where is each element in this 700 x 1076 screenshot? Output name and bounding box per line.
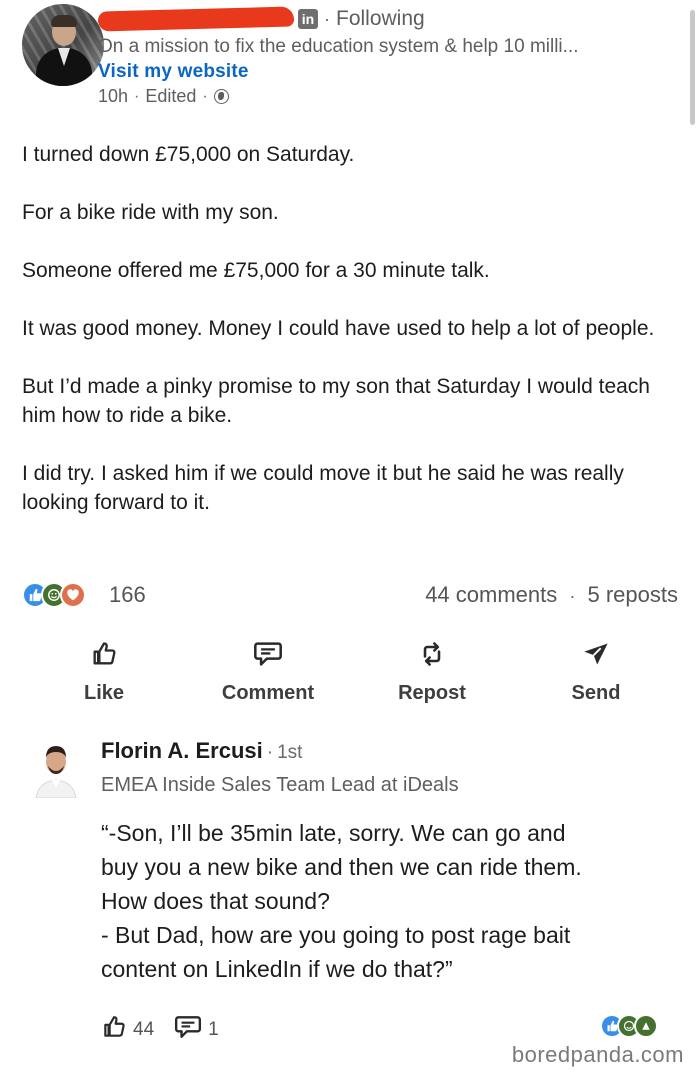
comment-line: - But Dad, how are you going to post rag… — [101, 922, 571, 948]
comment-reply-icon[interactable] — [174, 1014, 202, 1046]
scrollbar[interactable] — [690, 10, 695, 125]
comment-reply-count: 1 — [208, 1019, 219, 1040]
commenter-name-row: Florin A. Ercusi · 1st — [101, 738, 303, 764]
comment-like-count: 44 — [133, 1019, 155, 1040]
reposts-count[interactable]: 5 reposts — [588, 582, 679, 607]
send-label: Send — [571, 682, 621, 704]
post-meta: 10h · Edited · — [98, 86, 229, 107]
post-paragraph: I turned down £75,000 on Saturday. — [22, 143, 355, 166]
globe-icon — [213, 89, 229, 104]
author-name-row: in · Following — [97, 6, 425, 32]
repost-icon — [418, 636, 446, 672]
post-paragraph: I did try. I asked him if we could move … — [22, 462, 624, 514]
author-headline: On a mission to fix the education system… — [98, 36, 579, 57]
comment-line: buy you a new bike and then we can ride … — [101, 854, 582, 880]
commenter-avatar[interactable] — [32, 740, 80, 799]
post-paragraph: It was good money. Money I could have us… — [22, 317, 655, 340]
comment-like-icon[interactable] — [101, 1014, 127, 1046]
author-avatar[interactable] — [22, 4, 104, 86]
post-paragraph: For a bike ride with my son. — [22, 201, 279, 224]
following-status[interactable]: Following — [336, 7, 425, 31]
repost-button[interactable]: Repost — [372, 636, 492, 705]
post-time: 10h — [98, 86, 129, 106]
comment-reaction-icons[interactable] — [600, 1014, 658, 1038]
comment-line: “-Son, I’ll be 35min late, sorry. We can… — [101, 820, 566, 846]
edited-label: Edited — [145, 86, 197, 106]
reaction-count[interactable]: 166 — [109, 582, 146, 608]
commenter-title: EMEA Inside Sales Team Lead at iDeals — [101, 774, 459, 796]
like-label: Like — [83, 682, 125, 704]
send-button[interactable]: Send — [536, 636, 656, 705]
love-reaction-icon — [60, 582, 86, 608]
post-paragraph: Someone offered me £75,000 for a 30 minu… — [22, 259, 490, 282]
post-paragraph: But I’d made a pinky promise to my son t… — [22, 375, 650, 427]
visit-website-link[interactable]: Visit my website — [98, 61, 249, 83]
comment-icon — [253, 636, 283, 672]
comments-count[interactable]: 44 comments — [425, 582, 557, 607]
like-button[interactable]: Like — [44, 636, 164, 705]
comment-actions: 44 1 — [101, 1014, 239, 1046]
comment-line: content on LinkedIn if we do that?” — [101, 956, 453, 982]
commenter-name[interactable]: Florin A. Ercusi — [101, 738, 263, 764]
comment-button[interactable]: Comment — [208, 636, 328, 705]
comment-label: Comment — [221, 682, 315, 704]
comment-line: How does that sound? — [101, 888, 330, 914]
redacted-author-name — [97, 6, 295, 32]
post-stats: 166 44 comments · 5 reposts — [22, 578, 678, 614]
post-action-bar: Like Comment Repost Send — [22, 636, 678, 716]
thumbs-up-icon — [90, 636, 118, 672]
send-icon — [582, 636, 610, 672]
repost-label: Repost — [398, 682, 466, 704]
engagement-counts: 44 comments · 5 reposts — [425, 582, 679, 607]
support-reaction-icon — [634, 1014, 658, 1038]
linkedin-icon: in — [298, 9, 318, 29]
comment-text: “-Son, I’ll be 35min late, sorry. We can… — [101, 816, 681, 986]
watermark: boredpanda.com — [511, 1042, 684, 1067]
connection-degree: 1st — [277, 742, 303, 763]
reaction-icons[interactable] — [22, 582, 86, 608]
post-text: I turned down £75,000 on Saturday. For a… — [22, 140, 682, 546]
